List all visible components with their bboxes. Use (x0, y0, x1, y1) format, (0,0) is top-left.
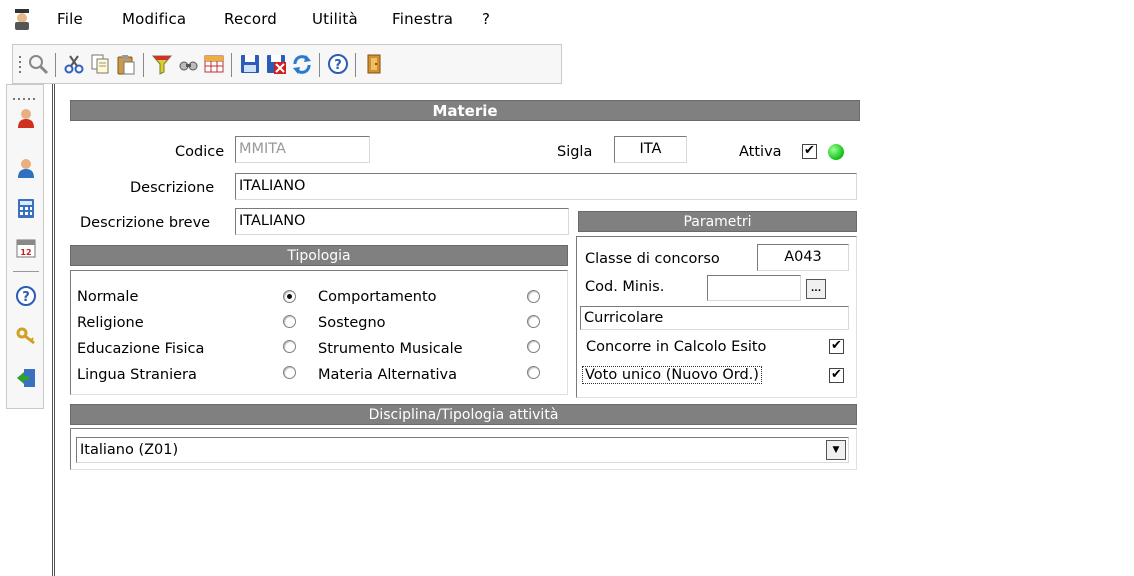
concorre-checkbox[interactable]: ✔ (829, 339, 844, 354)
app-icon[interactable] (12, 8, 32, 30)
radio-strumento-musicale[interactable] (527, 340, 540, 353)
tipologia-option-label: Religione (77, 315, 144, 331)
help-icon[interactable]: ? (327, 53, 349, 75)
disciplina-select[interactable]: Italiano (Z01) (76, 437, 849, 463)
radio-materia-alternativa[interactable] (527, 366, 540, 379)
radio-comportamento[interactable] (527, 290, 540, 303)
classe-concorso-field[interactable]: A043 (757, 244, 849, 271)
grid-icon[interactable] (203, 53, 225, 75)
exit-icon[interactable] (15, 367, 37, 389)
radio-sostegno[interactable] (527, 315, 540, 328)
tipologia-option-label: Materia Alternativa (318, 367, 458, 383)
user-blue-icon[interactable] (15, 157, 37, 179)
menu-utilita[interactable]: Utilità (312, 10, 358, 28)
voto-unico-label[interactable]: Voto unico (Nuovo Ord.) (582, 366, 762, 384)
calculator-icon[interactable] (15, 197, 37, 219)
grip-icon[interactable] (17, 53, 23, 75)
menu-bar: File Modifica Record Utilità Finestra ? (0, 0, 1134, 38)
lookup-button[interactable]: ... (806, 279, 826, 299)
menu-finestra[interactable]: Finestra (392, 10, 453, 28)
tipologia-header: Tipologia (70, 245, 568, 266)
codice-label: Codice (175, 144, 225, 160)
save-icon[interactable] (239, 53, 261, 75)
main-toolbar: ? (12, 44, 562, 84)
descrizione-breve-field[interactable]: ITALIANO (235, 208, 569, 235)
find-icon[interactable] (177, 53, 199, 75)
descrizione-breve-label: Descrizione breve (80, 215, 211, 231)
cod-minis-field[interactable] (707, 275, 801, 301)
exit-icon[interactable] (363, 53, 385, 75)
menu-modifica[interactable]: Modifica (122, 10, 186, 28)
radio-religione[interactable] (283, 315, 296, 328)
tipologia-option-label: Strumento Musicale (318, 341, 463, 357)
refresh-icon[interactable] (291, 53, 313, 75)
menu-file[interactable]: File (57, 10, 83, 28)
radio-educazione-fisica[interactable] (283, 340, 296, 353)
parametri-header: Parametri (578, 211, 857, 232)
descrizione-field[interactable]: ITALIANO (235, 173, 857, 200)
status-indicator-icon (828, 144, 844, 160)
concorre-label: Concorre in Calcolo Esito (586, 339, 767, 355)
user-red-icon[interactable] (15, 107, 37, 129)
cod-minis-label: Cod. Minis. (585, 279, 665, 295)
tipologia-option-label: Educazione Fisica (77, 341, 205, 357)
menu-record[interactable]: Record (224, 10, 277, 28)
tipologia-option-label: Sostegno (318, 315, 386, 331)
tipo-materia-field[interactable]: Curricolare (580, 306, 849, 330)
grip-icon[interactable] (13, 89, 37, 100)
delete-icon[interactable] (265, 53, 287, 75)
tipologia-option-label: Normale (77, 289, 139, 305)
filter-icon[interactable] (151, 53, 173, 75)
tipologia-option-label: Lingua Straniera (77, 367, 197, 383)
svg-text:?: ? (22, 290, 30, 305)
chevron-down-icon[interactable]: ▼ (826, 440, 846, 460)
disciplina-header: Disciplina/Tipologia attività (70, 404, 857, 425)
keys-icon[interactable] (15, 325, 37, 347)
voto-unico-checkbox[interactable]: ✔ (829, 368, 844, 383)
copy-icon[interactable] (89, 53, 111, 75)
sigla-field[interactable]: ITA (614, 136, 687, 163)
calendar-icon[interactable]: 12 (15, 237, 37, 259)
form-title: Materie (70, 100, 860, 121)
tipologia-option-label: Comportamento (318, 289, 437, 305)
radio-normale[interactable] (283, 290, 296, 303)
preview-icon[interactable] (27, 53, 49, 75)
help-icon[interactable]: ? (15, 285, 37, 307)
descrizione-label: Descrizione (130, 180, 215, 196)
side-toolbar: 12 ? (6, 84, 44, 409)
codice-field[interactable]: MMITA (235, 136, 370, 163)
svg-text:?: ? (334, 58, 342, 73)
cut-icon[interactable] (63, 53, 85, 75)
radio-lingua-straniera[interactable] (283, 366, 296, 379)
attiva-checkbox[interactable]: ✔ (802, 144, 817, 159)
attiva-label: Attiva (739, 144, 782, 160)
paste-icon[interactable] (115, 53, 137, 75)
svg-text:12: 12 (20, 248, 31, 257)
sigla-label: Sigla (557, 144, 593, 160)
classe-concorso-label: Classe di concorso (585, 251, 720, 267)
menu-help[interactable]: ? (482, 10, 490, 28)
